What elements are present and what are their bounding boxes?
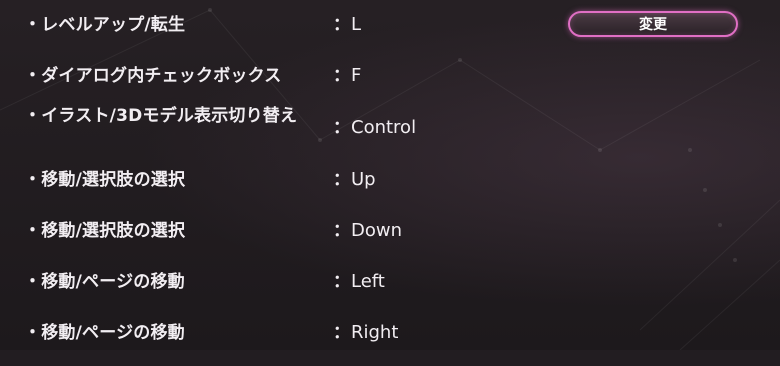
binding-row-checkbox: ・ダイアログ内チェックボックス ： F bbox=[0, 65, 780, 109]
binding-action-label: ・イラスト/3Dモデル表示切り替え bbox=[24, 106, 298, 126]
binding-row-illust-toggle: ・イラスト/3Dモデル表示切り替え ： Control bbox=[0, 105, 780, 149]
binding-key-value: Control bbox=[351, 117, 417, 138]
binding-action-label: ・移動/ページの移動 bbox=[24, 323, 185, 343]
binding-row-page-right: ・移動/ページの移動 ： Right bbox=[0, 322, 780, 366]
binding-action-label: ・移動/ページの移動 bbox=[24, 272, 185, 292]
binding-separator: ： bbox=[333, 323, 350, 343]
binding-key-value: L bbox=[351, 14, 362, 35]
binding-row-page-left: ・移動/ページの移動 ： Left bbox=[0, 271, 780, 315]
binding-separator: ： bbox=[333, 118, 350, 138]
binding-action-label: ・移動/選択肢の選択 bbox=[24, 221, 186, 241]
binding-action-label: ・ダイアログ内チェックボックス bbox=[24, 66, 282, 86]
binding-action-label: ・移動/選択肢の選択 bbox=[24, 170, 186, 190]
binding-separator: ： bbox=[333, 272, 350, 292]
binding-key-value: Left bbox=[351, 271, 385, 292]
binding-row-level-up: ・レベルアップ/転生 ： L 変更 bbox=[0, 11, 780, 58]
binding-row-move-up: ・移動/選択肢の選択 ： Up bbox=[0, 169, 780, 213]
binding-separator: ： bbox=[333, 221, 350, 241]
binding-separator: ： bbox=[333, 66, 350, 86]
binding-separator: ： bbox=[333, 15, 350, 35]
binding-row-move-down: ・移動/選択肢の選択 ： Down bbox=[0, 220, 780, 264]
binding-action-label: ・レベルアップ/転生 bbox=[24, 15, 186, 35]
binding-key-value: F bbox=[351, 65, 362, 86]
binding-separator: ： bbox=[333, 170, 350, 190]
binding-key-value: Up bbox=[351, 169, 376, 190]
change-button[interactable]: 変更 bbox=[568, 11, 738, 37]
binding-key-value: Right bbox=[351, 322, 399, 343]
binding-key-value: Down bbox=[351, 220, 403, 241]
